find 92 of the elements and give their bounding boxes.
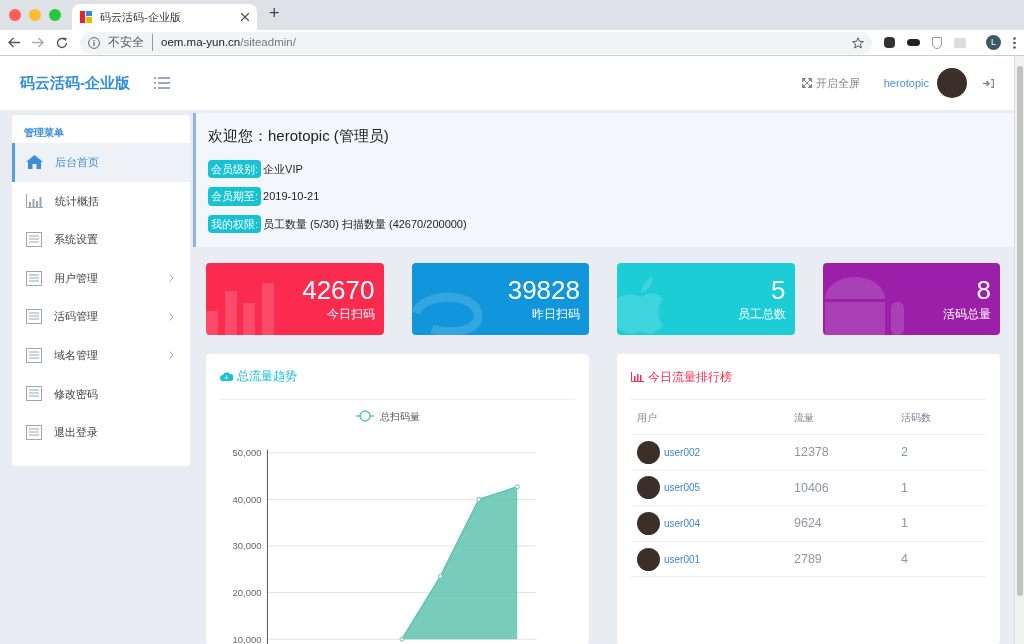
- fruit-icon: [617, 275, 663, 335]
- back-icon[interactable]: [8, 37, 20, 48]
- card-title: 今日流量排行榜: [648, 368, 732, 386]
- sidebar-item[interactable]: 系统设置: [12, 220, 190, 259]
- sidebar-title: 管理菜单: [23, 126, 65, 140]
- bar-chart-icon: [631, 371, 644, 382]
- document-icon: [26, 232, 42, 247]
- code-count-cell-text: 4: [901, 550, 909, 568]
- user-avatar: [637, 440, 660, 464]
- code-count-cell-text: 1: [901, 479, 909, 497]
- stat-value: 42670: [302, 275, 375, 305]
- data-point: [476, 496, 482, 502]
- y-tick-label: 10,000: [232, 633, 262, 644]
- scrollbar-thumb[interactable]: [1016, 66, 1023, 596]
- field-label-tag: 会员级别:: [208, 159, 262, 178]
- extension-icon[interactable]: [884, 37, 895, 48]
- field-value: 企业VIP: [263, 161, 303, 177]
- y-tick-label: 20,000: [232, 586, 262, 598]
- traffic-cell-text: 2789: [794, 550, 823, 568]
- user-link[interactable]: user001: [664, 551, 701, 567]
- address-field[interactable]: 不安全 oem.ma-yun.cn/siteadmin/: [80, 31, 872, 54]
- bar-chart-icon: [26, 193, 43, 208]
- close-tab-icon[interactable]: [241, 13, 249, 21]
- code-count-cell-text: 1: [901, 515, 909, 533]
- field-label-tag: 会员期至:: [208, 187, 262, 206]
- mask-icon[interactable]: [907, 39, 920, 46]
- logo: 码云活码-企业版: [20, 72, 130, 93]
- stat-value: 8: [976, 275, 991, 305]
- user-avatar: [637, 476, 660, 500]
- sidebar-item[interactable]: 活码管理: [12, 297, 190, 336]
- document-icon: [26, 270, 42, 286]
- scrollbar[interactable]: [1014, 56, 1024, 644]
- security-label: 不安全: [108, 33, 153, 52]
- document-icon: [26, 386, 42, 402]
- field-value: 2019-10-21: [263, 189, 320, 204]
- bar-chart-icon: [206, 283, 276, 335]
- y-tick-label: 40,000: [232, 493, 262, 505]
- traffic-cell-text: 9624: [794, 515, 823, 533]
- favicon-icon: [80, 11, 92, 23]
- user-avatar: [637, 547, 660, 571]
- stat-value: 39828: [507, 275, 580, 305]
- document-icon: [26, 424, 42, 440]
- y-tick-label: 50,000: [232, 447, 262, 459]
- avatar[interactable]: [937, 68, 967, 98]
- document-icon: [26, 347, 42, 363]
- browser-tab[interactable]: 码云活码-企业版: [72, 4, 257, 30]
- y-tick-label: 30,000: [232, 540, 262, 552]
- legend-label: 总扫码量: [380, 410, 421, 422]
- sidebar-item[interactable]: 统计概括: [12, 181, 190, 221]
- profile-avatar[interactable]: L: [986, 35, 1001, 50]
- url-text: oem.ma-yun.cn/siteadmin/: [161, 34, 296, 50]
- traffic-cell-text: 10406: [794, 479, 830, 497]
- column-header: 流量: [794, 410, 815, 425]
- user-link[interactable]: user002: [664, 444, 701, 460]
- user-link[interactable]: user005: [664, 480, 701, 496]
- cloud-download-icon: [220, 371, 233, 382]
- column-header: 用户: [637, 410, 658, 425]
- data-point: [437, 573, 443, 579]
- fullscreen-button[interactable]: 开启全屏: [801, 74, 860, 92]
- traffic-cell-text: 12378: [794, 443, 830, 461]
- stat-label: 员工总数: [737, 306, 786, 323]
- stat-label: 昨日扫码: [532, 306, 580, 323]
- new-tab-button[interactable]: +: [269, 0, 280, 27]
- card-title: 总流量趋势: [237, 368, 297, 386]
- reload-icon[interactable]: [56, 36, 68, 49]
- legend-marker-icon: [355, 410, 375, 422]
- star-icon[interactable]: [852, 36, 864, 49]
- sidebar-item[interactable]: 域名管理: [12, 335, 190, 375]
- user-link[interactable]: user004: [664, 516, 701, 531]
- stat-label: 今日扫码: [326, 306, 375, 323]
- document-icon: [26, 309, 42, 325]
- username-link[interactable]: herotopic: [883, 74, 929, 92]
- column-header: 活码数: [901, 410, 932, 425]
- code-count-cell-text: 2: [901, 443, 909, 461]
- stat-value: 5: [771, 275, 786, 305]
- expand-icon: [801, 78, 812, 88]
- sidebar-item[interactable]: 修改密码: [12, 374, 190, 414]
- sidebar-item[interactable]: 用户管理: [12, 258, 190, 298]
- more-icon[interactable]: [1013, 36, 1016, 49]
- menu-icon[interactable]: [154, 77, 170, 89]
- welcome-heading: 欢迎您：herotopic (管理员): [208, 126, 390, 146]
- stat-label: 活码总量: [943, 306, 991, 323]
- forward-icon[interactable]: [32, 37, 44, 48]
- logout-icon[interactable]: [983, 78, 994, 88]
- user-avatar: [637, 512, 660, 535]
- data-point: [514, 484, 520, 490]
- sidebar-item[interactable]: 退出登录: [12, 413, 190, 452]
- field-label-tag: 我的权限:: [208, 214, 262, 233]
- info-icon: [88, 36, 100, 49]
- close-window-icon[interactable]: [9, 9, 21, 21]
- home-icon: [26, 155, 43, 170]
- field-value: 员工数量 (5/30) 扫描数量 (42670/200000): [263, 216, 467, 232]
